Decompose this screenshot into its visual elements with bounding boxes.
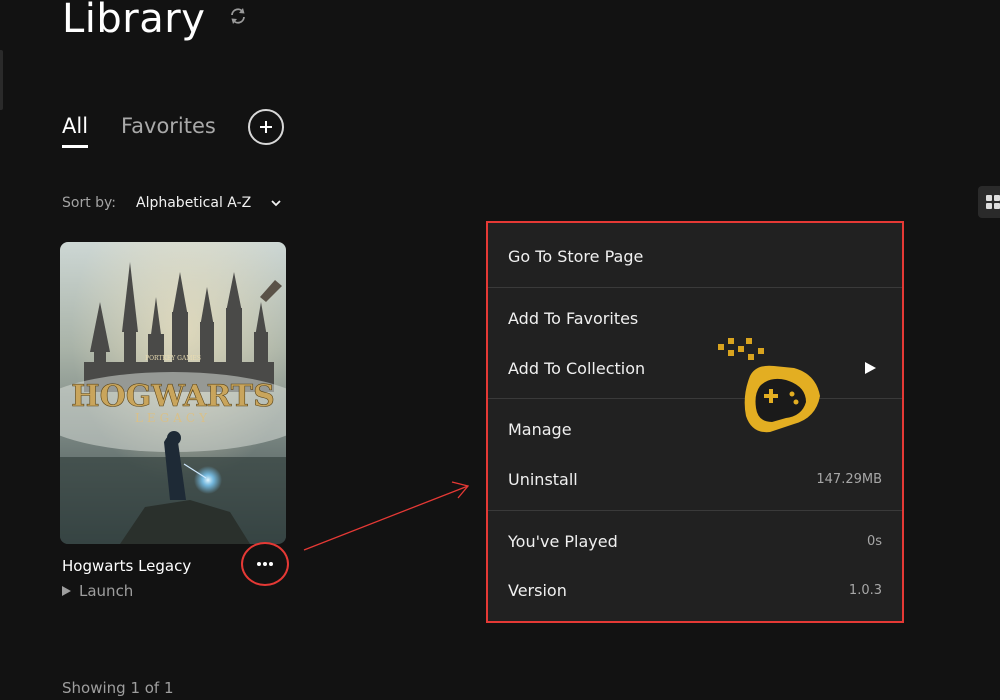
add-collection-button[interactable]	[248, 109, 284, 145]
menu-divider	[488, 398, 902, 399]
game-context-menu: Go To Store Page Add To Favorites Add To…	[486, 221, 904, 623]
page-title: Library	[62, 0, 206, 42]
showing-count: Showing 1 of 1	[62, 679, 174, 697]
sort-label: Sort by:	[62, 195, 117, 211]
game-cover-hogwarts-legacy[interactable]: PORTKEY GAMES HOGWARTS LEGACY	[60, 242, 286, 544]
grid-view-icon	[994, 195, 1000, 201]
uninstall-label: Uninstall	[508, 469, 578, 489]
add-icon	[260, 121, 272, 133]
gamepad-logo-watermark	[718, 338, 820, 433]
uninstall-item[interactable]: Uninstall 147.29MB	[508, 464, 882, 494]
grid-view-icon	[986, 195, 992, 201]
more-icon	[257, 562, 273, 566]
launch-label: Launch	[79, 582, 134, 600]
game-title[interactable]: Hogwarts Legacy	[62, 556, 191, 576]
annotation-arrow	[303, 481, 470, 551]
tab-all[interactable]: All	[62, 112, 88, 140]
manage-label: Manage	[508, 419, 572, 439]
go-to-store-page-label: Go To Store Page	[508, 246, 644, 266]
version-value: 1.0.3	[848, 582, 882, 598]
menu-divider	[488, 287, 902, 288]
cover-subtitle: LEGACY	[135, 411, 211, 425]
side-panel-handle[interactable]	[0, 50, 3, 110]
played-time-row: You've Played 0s	[508, 526, 882, 556]
played-time-value: 0s	[866, 533, 882, 549]
version-label: Version	[508, 580, 567, 600]
tab-favorites[interactable]: Favorites	[121, 112, 216, 140]
play-icon	[62, 586, 71, 596]
install-size: 147.29MB	[816, 471, 882, 487]
more-options-button[interactable]	[241, 542, 289, 586]
chevron-down-icon[interactable]	[270, 197, 282, 209]
cover-title: HOGWARTS	[71, 379, 275, 414]
active-tab-indicator	[62, 145, 88, 148]
grid-view-toggle[interactable]	[978, 186, 1000, 218]
grid-view-icon	[994, 203, 1000, 209]
played-time-label: You've Played	[508, 531, 618, 551]
add-to-favorites-item[interactable]: Add To Favorites	[508, 303, 882, 333]
submenu-arrow-icon	[865, 362, 876, 374]
cover-brand: PORTKEY GAMES	[145, 355, 201, 362]
go-to-store-page-item[interactable]: Go To Store Page	[508, 241, 882, 271]
game-cover-art: PORTKEY GAMES HOGWARTS LEGACY	[60, 242, 286, 544]
add-to-collection-label: Add To Collection	[508, 358, 646, 378]
add-to-favorites-label: Add To Favorites	[508, 308, 639, 328]
refresh-icon[interactable]	[228, 6, 248, 26]
sort-dropdown[interactable]: Alphabetical A-Z	[136, 194, 251, 212]
version-row: Version 1.0.3	[508, 575, 882, 605]
menu-divider	[488, 510, 902, 511]
launch-button[interactable]: Launch	[62, 581, 133, 601]
grid-view-icon	[986, 203, 992, 209]
